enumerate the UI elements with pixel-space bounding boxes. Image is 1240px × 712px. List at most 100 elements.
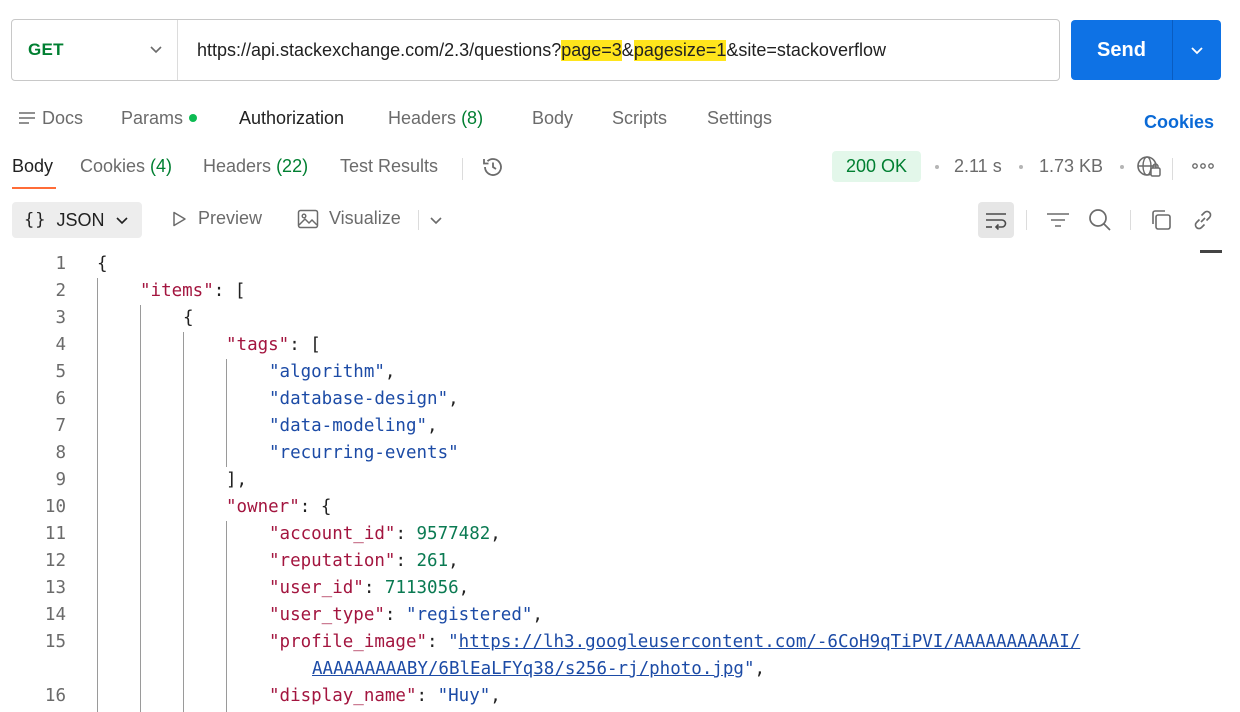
preview-button[interactable]: Preview [170,208,262,229]
line-number: 8 [55,443,66,463]
code-line: 9], [0,467,1200,494]
status-badge[interactable]: 200 OK [832,151,921,182]
tab-params-label: Params [121,108,184,128]
meta-separator [1120,165,1124,169]
preview-label: Preview [198,208,263,228]
indent-guide [140,305,141,712]
code-token: , [532,605,543,625]
code-line: 3{ [0,305,1200,332]
code-token: : [363,578,385,598]
url-input[interactable]: https://api.stackexchange.com/2.3/questi… [197,20,886,80]
url-link[interactable]: https://lh3.googleusercontent.com/-6CoH9… [459,632,1081,652]
tab-body[interactable]: Body [532,108,573,129]
indent-guide [226,359,227,467]
code-token: "algorithm" [269,362,385,382]
code-line: 10 "owner": { [0,494,1200,521]
tab-test-results-label: Test Results [340,156,439,176]
format-select[interactable]: {} JSON [12,202,142,238]
tab-settings-label: Settings [707,108,773,128]
divider [1026,210,1027,230]
divider [1130,210,1131,230]
code-line: 2 "items": [ [0,278,1200,305]
more-options-button[interactable] [1192,156,1214,181]
line-number: 7 [55,416,66,436]
wrap-text-icon [986,213,1007,230]
network-info-button[interactable] [1136,155,1162,184]
code-token: : [427,632,449,652]
code-token: 9577482 [416,524,491,544]
code-line: 1{ [0,251,1200,278]
filter-icon [1047,213,1069,227]
code-line: 12 "reputation": 261, [0,548,1200,575]
filter-button[interactable] [1046,208,1070,232]
code-token: 261 [416,551,449,571]
code-token: { [183,308,194,328]
visualize-button[interactable]: Visualize [297,208,401,229]
image-icon [297,209,319,228]
url-link[interactable]: AAAAAAAAABY/6BlEaLFYq38/s256-rj/photo.jp… [312,659,744,679]
tab-scripts[interactable]: Scripts [612,108,667,129]
cookies-link[interactable]: Cookies [1144,112,1214,133]
tab-authorization[interactable]: Authorization [239,108,344,129]
code-token: : { [299,497,332,517]
line-number: 3 [55,308,66,328]
code-token: "items" [140,281,214,301]
tab-body-label: Body [532,108,574,128]
send-button[interactable]: Send [1071,20,1173,80]
tab-response-headers[interactable]: Headers (22) [203,156,308,177]
line-number: 10 [44,497,66,517]
response-tabs: Body Cookies (4) Headers (22) Test Resul… [0,150,1240,190]
code-token: "database-design" [269,389,449,409]
code-line: 11 "account_id": 9577482, [0,521,1200,548]
globe-lock-icon [1137,156,1161,177]
send-button-group: Send [1071,20,1221,80]
history-icon [483,158,502,176]
copy-link-button[interactable] [1191,208,1215,232]
play-icon [173,211,186,226]
code-line: 8 "recurring-events" [0,440,1200,467]
code-token: : [395,551,417,571]
search-button[interactable] [1088,208,1112,232]
send-options-button[interactable] [1173,20,1221,80]
code-line: 14 "user_type": "registered", [0,602,1200,629]
history-button[interactable] [480,154,506,185]
scrollbar-thumb[interactable] [1200,250,1222,253]
tab-response-headers-count: (22) [276,156,309,176]
code-token: "registered" [405,605,533,625]
indent-guide [226,521,227,712]
code-token: " [743,659,755,679]
code-token: , [490,524,501,544]
code-token: "user_type" [269,605,385,625]
method-select[interactable]: GET [12,20,178,80]
code-token: : [395,524,417,544]
tab-docs[interactable]: Docs [18,108,83,129]
tab-response-body[interactable]: Body [12,156,53,177]
meta-separator [1019,165,1023,169]
tab-headers[interactable]: Headers (8) [388,108,483,129]
line-number: 15 [44,632,66,652]
response-body-viewer[interactable]: 1{2 "items": [3{4 "tags": [5 "algorithm", 6 "… [0,250,1200,712]
more-horizontal-icon [1192,163,1214,169]
code-token: "profile_image" [269,632,428,652]
divider [462,158,463,180]
tab-test-results[interactable]: Test Results [340,156,438,177]
body-toolbar: {} JSON Preview Visualize [0,200,1240,240]
code-token: ], [226,470,248,490]
tab-response-cookies[interactable]: Cookies (4) [80,156,172,177]
code-line: 15 "profile_image": "https://lh3.googleus… [0,629,1200,656]
code-token: 7113056 [384,578,459,598]
code-token: "user_id" [269,578,364,598]
url-highlighted-param: pagesize=1 [633,39,727,61]
tab-params[interactable]: Params [121,108,198,129]
method-label: GET [28,40,64,59]
code-token: "owner" [226,497,300,517]
chevron-down-icon [430,217,442,225]
tab-settings[interactable]: Settings [707,108,772,129]
braces-icon: {} [24,210,47,230]
line-number: 14 [44,605,66,625]
copy-button[interactable] [1149,208,1173,232]
response-time[interactable]: 2.11 s [954,156,1002,177]
visualize-options-button[interactable] [424,208,448,232]
response-size[interactable]: 1.73 KB [1039,156,1103,177]
wrap-lines-button[interactable] [978,202,1014,238]
